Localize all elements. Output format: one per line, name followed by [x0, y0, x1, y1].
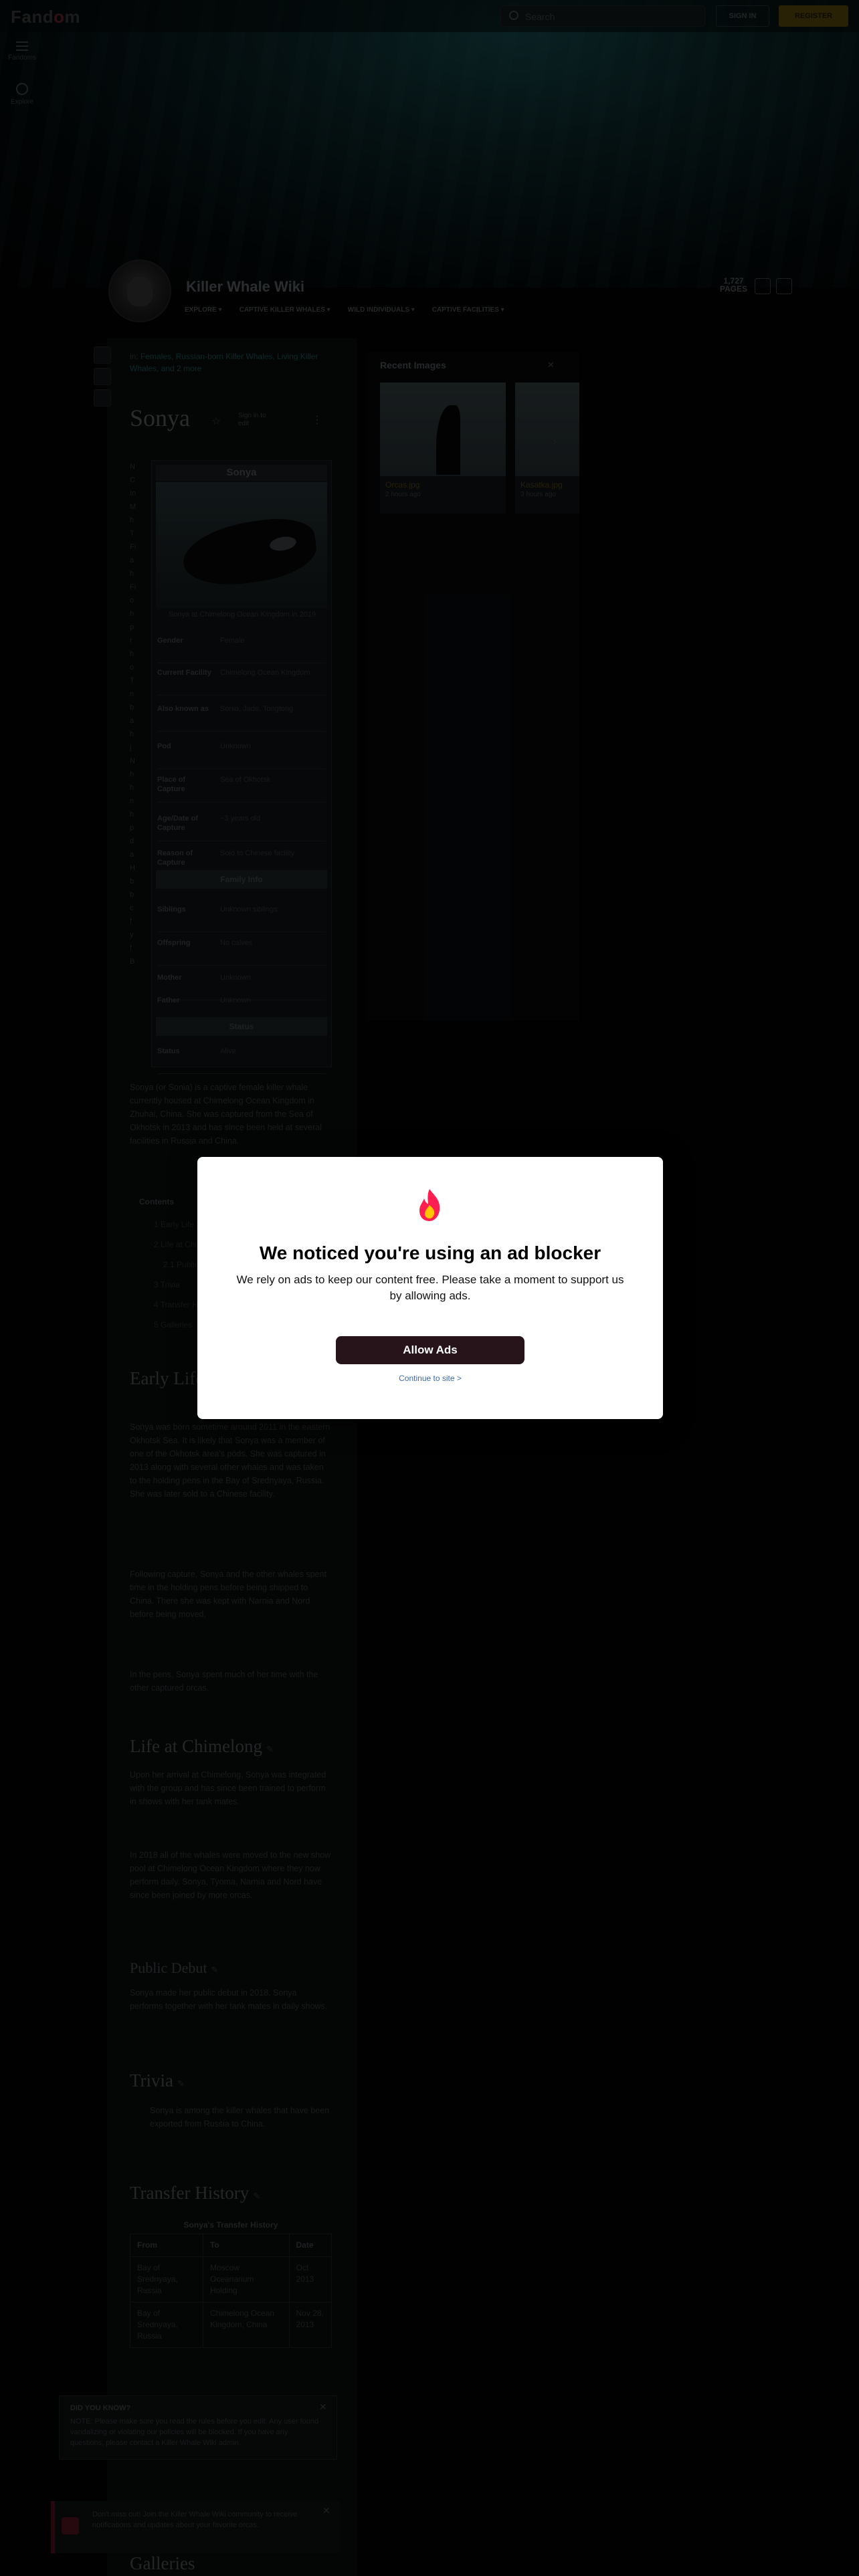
allow-ads-button[interactable]: Allow Ads — [336, 1336, 524, 1364]
continue-to-site-link[interactable]: Continue to site > — [197, 1374, 663, 1383]
fandom-flame-icon — [419, 1189, 440, 1221]
adblock-modal: We noticed you're using an ad blocker We… — [197, 1157, 663, 1419]
page: Fandom Search SIGN IN REGISTER Fandoms E… — [0, 0, 859, 2576]
modal-title: We noticed you're using an ad blocker — [259, 1243, 601, 1263]
modal-body: We rely on ads to keep our content free.… — [236, 1273, 624, 1302]
